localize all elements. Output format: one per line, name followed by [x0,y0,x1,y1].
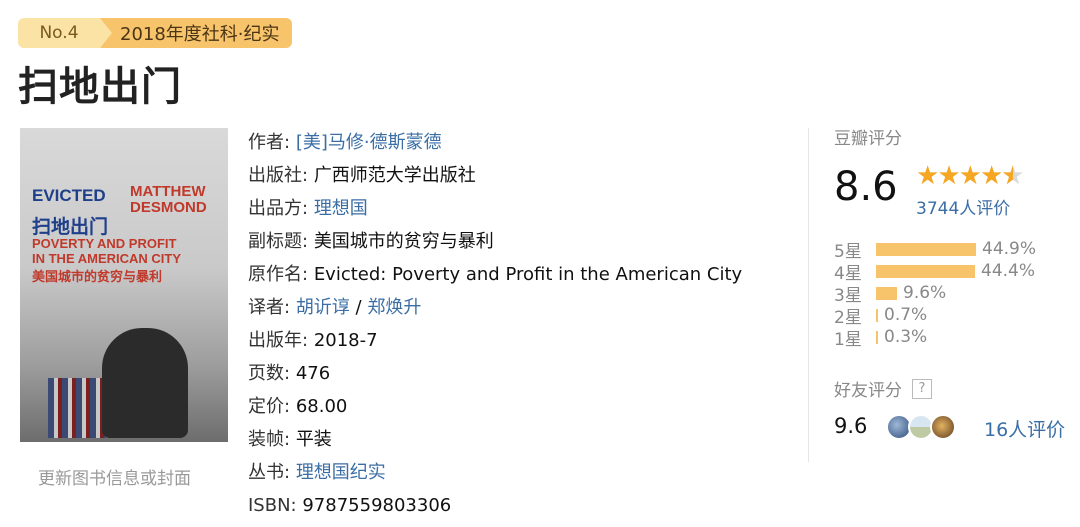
star-icon: ★ [958,161,982,191]
rating-bar [876,264,975,278]
publisher-value: 广西师范大学出版社 [313,165,476,186]
help-icon[interactable]: ? [912,378,932,399]
rating-distribution: 5星 44.9% 4星 44.4% 3星 9.6% 2星 0.7% 1星 0.3% [834,238,1037,350]
book-cover-image[interactable]: EVICTED MATTHEW DESMOND 扫地出门 POVERTY AND… [20,128,228,442]
friend-rating-score: 9.6 [834,414,868,438]
rating-stars: ★★★★★ ★ [916,161,1025,191]
original-title-value: Evicted: Poverty and Profit in the Ameri… [313,264,743,285]
rating-bar-percent: 9.6% [903,283,947,303]
rating-bar-percent: 44.9% [982,239,1037,259]
info-pages-row: 页数: 476 [248,363,331,384]
cover-figure-illustration [102,328,188,438]
pub-year-value: 2018-7 [313,330,378,351]
rating-bar-label: 1星 [834,329,862,350]
subtitle-value: 美国城市的贫穷与暴利 [313,231,494,252]
rating-bar-row: 2星 0.7% [834,304,1036,328]
rating-bar-percent: 0.3% [884,327,928,347]
avatar[interactable] [930,414,956,440]
rating-bar-row: 3星 9.6% [834,282,1036,306]
producer-link[interactable]: 理想国 [314,198,368,219]
info-series-row: 丛书: 理想国纪实 [248,462,386,483]
price-value: 68.00 [295,396,348,417]
rating-bar-row: 1星 0.3% [834,326,1036,350]
author-link[interactable]: [美]马修·德斯蒙德 [296,132,442,153]
rating-bar [876,286,897,300]
cover-subtitle-cn: 美国城市的贫穷与暴利 [32,270,163,285]
info-isbn-row: ISBN: 9787559803306 [248,495,452,516]
friend-avatars [886,414,956,440]
rating-bar [876,242,976,256]
rating-bar-row: 5星 44.9% [834,238,1037,262]
rating-bar [876,308,878,322]
rank-number: No.4 [18,18,100,48]
friend-votes-link[interactable]: 16人评价 [984,415,1065,442]
update-book-info-link[interactable]: 更新图书信息或封面 [38,464,191,489]
info-producer-row: 出品方: 理想国 [248,198,368,219]
info-original-title-row: 原作名: Evicted: Poverty and Profit in the … [248,264,743,285]
book-title: 扫地出门 [18,64,182,110]
rating-bar-row: 4星 44.4% [834,260,1036,284]
book-info: 作者: [美]马修·德斯蒙德 出版社: 广西师范大学出版社 出品方: 理想国 副… [248,126,742,522]
translator-link-1[interactable]: 胡䜣谆 [296,297,350,318]
binding-value: 平装 [295,429,332,450]
info-price-row: 定价: 68.00 [248,396,348,417]
star-icon: ★ [937,161,960,191]
rating-bar-percent: 0.7% [884,305,928,325]
cover-bag-illustration [48,378,106,438]
series-link[interactable]: 理想国纪实 [296,462,386,483]
star-icon: ★ [916,161,939,191]
divider [808,128,809,462]
info-pub-year-row: 出版年: 2018-7 [248,330,378,351]
rank-category: 2018年度社科·纪实 [100,18,292,48]
cover-author-en: MATTHEW DESMOND [130,183,207,216]
cover-title-en: EVICTED [32,186,106,205]
star-icon: ★ [979,161,1003,191]
pages-value: 476 [295,363,331,384]
rating-score: 8.6 [834,164,898,210]
translator-link-2[interactable]: 郑焕升 [367,297,421,318]
rating-bar-percent: 44.4% [981,261,1036,281]
info-binding-row: 装帧: 平装 [248,429,332,450]
rating-bar [876,330,878,344]
cover-title-cn: 扫地出门 [32,216,109,238]
rating-label: 豆瓣评分 [834,129,902,149]
rating-votes-link[interactable]: 3744人评价 [916,194,1010,219]
rank-badge[interactable]: No.4 2018年度社科·纪实 [18,18,292,48]
info-publisher-row: 出版社: 广西师范大学出版社 [248,165,476,186]
friend-rating-label: 好友评分 ? [834,376,932,401]
isbn-value: 9787559803306 [302,495,452,516]
info-translator-row: 译者: 胡䜣谆 / 郑焕升 [248,297,422,318]
info-author-row: 作者: [美]马修·德斯蒙德 [248,132,442,153]
cover-subtitle-en: POVERTY AND PROFIT IN THE AMERICAN CITY [32,236,182,266]
info-subtitle-row: 副标题: 美国城市的贫穷与暴利 [248,231,494,252]
half-star-icon: ★ ★ [1001,161,1024,191]
